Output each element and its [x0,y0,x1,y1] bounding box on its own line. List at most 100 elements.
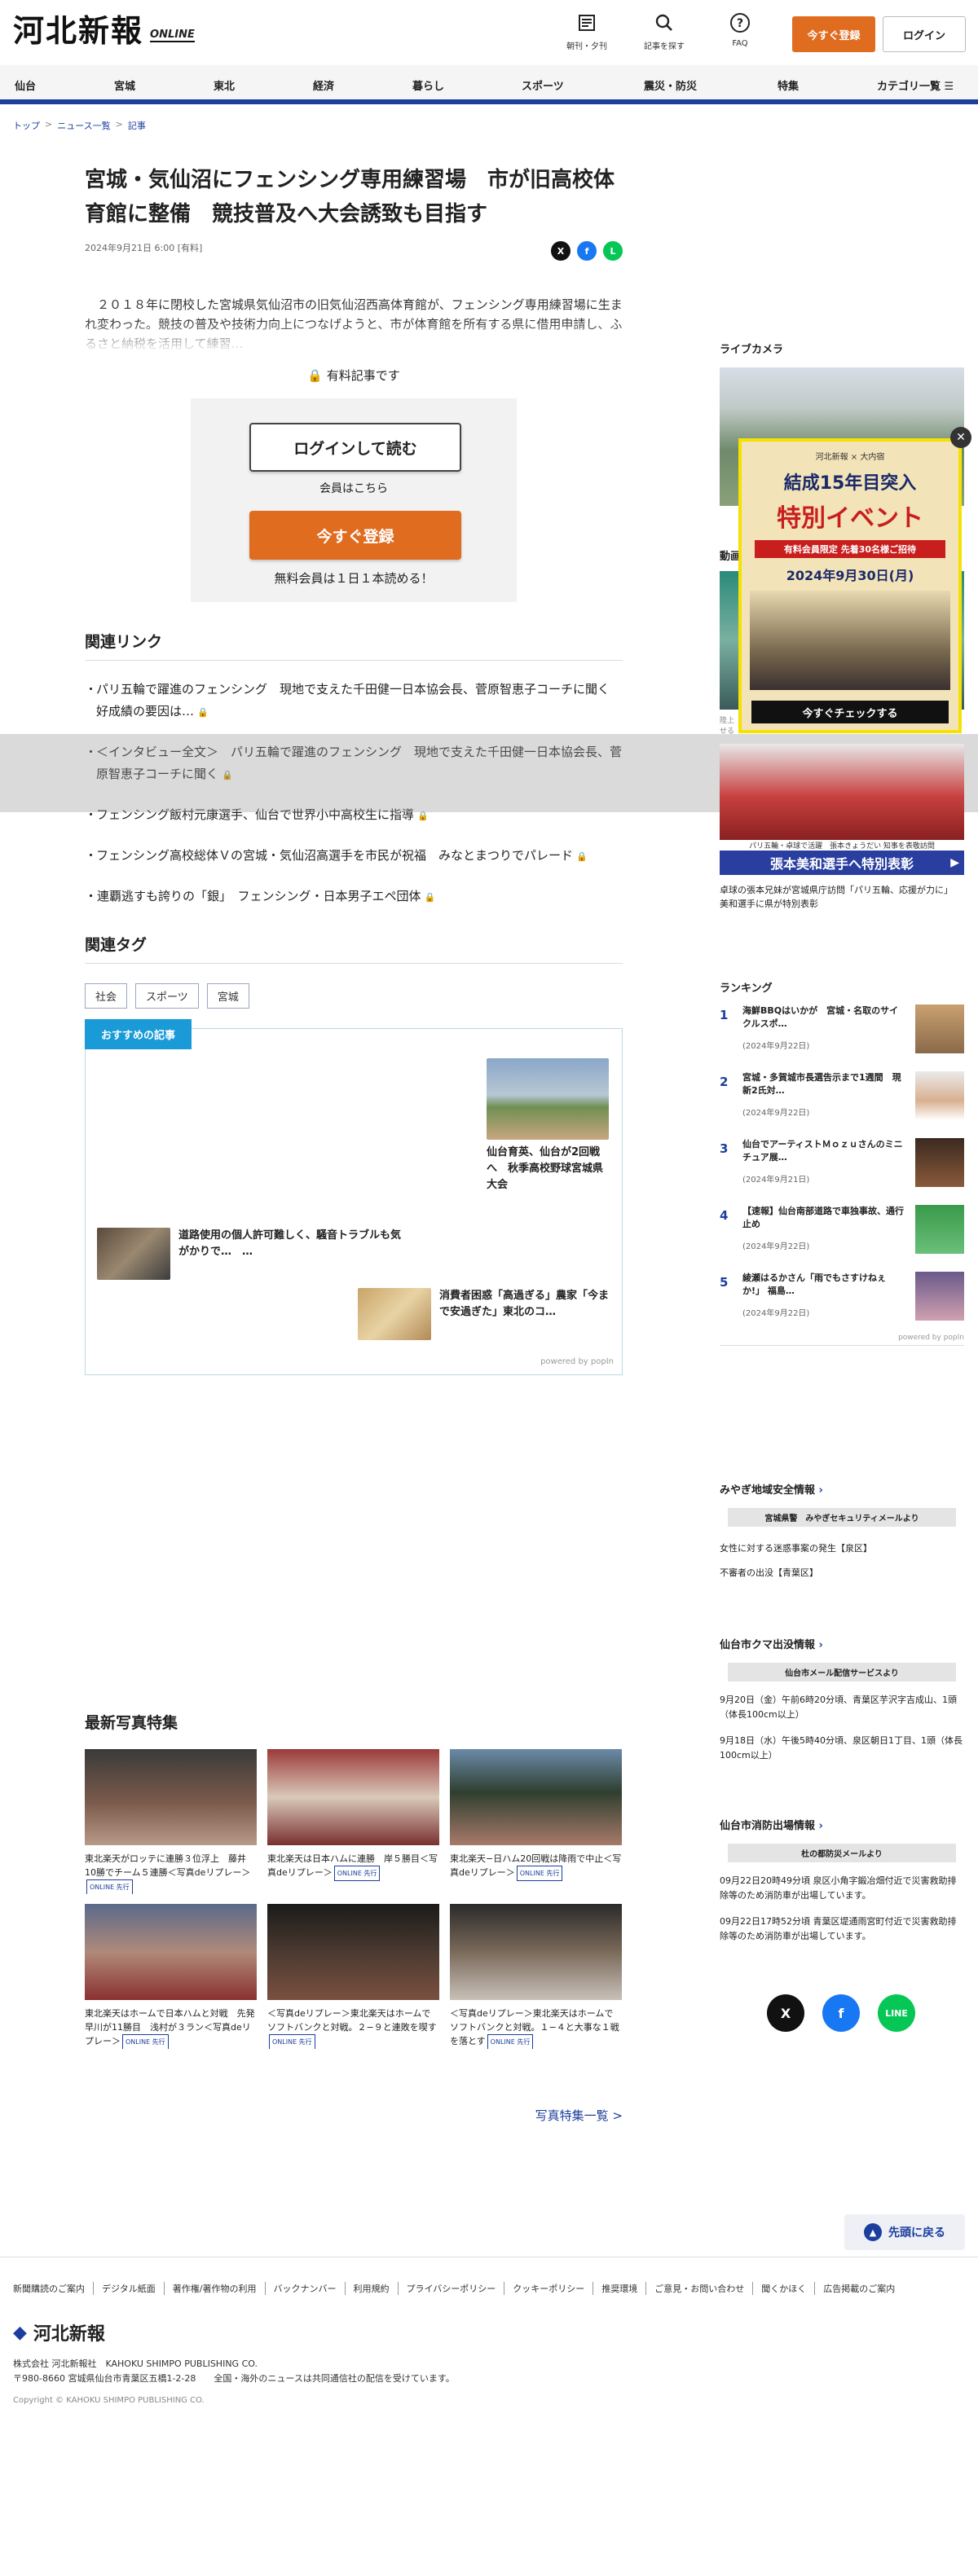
fire-heading-text: 仙台市消防出場情報 [720,1820,816,1832]
nav-item-categories[interactable]: カテゴリ一覧 ☰ [877,77,954,93]
faq-link[interactable]: ? FAQ [707,11,773,48]
safety-item[interactable]: 不審者の出没【青葉区】 [720,1566,964,1580]
tag-society[interactable]: 社会 [85,983,128,1009]
online-badge: ONLINE 先行 [269,2034,315,2049]
nav-item-sendai[interactable]: 仙台 [15,77,36,93]
footer-link[interactable]: バックナンバー [266,2282,346,2295]
ranking-item[interactable]: 2 宮城・多賀城市長選告示まで1週間 現新2氏対… (2024年9月22日) [720,1065,964,1132]
register-button[interactable]: 今すぐ登録 [792,16,875,52]
video-thumb-2[interactable] [720,744,964,840]
gallery-item[interactable]: 東北楽天−日ハム20回戦は降雨で中止＜写真deリプレー＞ ONLINE 先行 [450,1749,622,1894]
fire-heading[interactable]: 仙台市消防出場情報 › [720,1817,964,1832]
x-share-icon[interactable]: X [551,241,570,261]
footer-links: 新聞購読のご案内 デジタル紙面 著作権/著作物の利用 バックナンバー 利用規約 … [13,2282,965,2295]
nav-item-miyagi[interactable]: 宮城 [114,77,135,93]
facebook-icon[interactable]: f [822,1994,860,2032]
recommended-thumb [97,1228,170,1280]
footer-link[interactable]: 新聞購読のご案内 [13,2282,94,2295]
rank-thumb [915,1071,964,1120]
line-share-icon[interactable]: L [603,241,623,261]
bear-heading[interactable]: 仙台市クマ出没情報 › [720,1636,964,1651]
login-button[interactable]: ログイン [883,16,966,52]
ranking-item[interactable]: 4 【速報】仙台南部道路で車独事故、通行止め (2024年9月22日) [720,1198,964,1265]
rank-date: (2024年9月22日) [742,1309,810,1318]
ad-headline-1: 結成15年目突入 [783,473,917,494]
rank-thumb [915,1004,964,1053]
site-logo[interactable]: 河北新報 ONLINE [13,13,195,49]
footer-link[interactable]: 聞くかほく [753,2282,816,2295]
rank-thumb [915,1205,964,1254]
nav-item-economy[interactable]: 経済 [313,77,334,93]
online-badge: ONLINE 先行 [333,1866,381,1881]
breadcrumb-article[interactable]: 記事 [128,119,146,132]
rank-date: (2024年9月21日) [742,1176,810,1185]
footer-link[interactable]: 利用規約 [346,2282,399,2295]
nav-item-tohoku[interactable]: 東北 [214,77,235,93]
footer-link[interactable]: デジタル紙面 [94,2282,165,2295]
paywall-login-button[interactable]: ログインして読む [249,423,461,472]
nav-item-disaster[interactable]: 震災・防災 [644,77,697,93]
recommended-thumb [358,1288,431,1340]
nav-item-sports[interactable]: スポーツ [522,77,564,93]
footer-link[interactable]: 広告掲載のご案内 [815,2282,903,2295]
bear-item[interactable]: 9月18日（水）午後5時40分頃、泉区朝日1丁目、1頭（体長100cm以上） [720,1734,964,1763]
lock-icon: 🔒 [307,368,323,383]
faq-label: FAQ [732,39,748,48]
gallery-item[interactable]: 東北楽天はホームで日本ハムと対戦 先発早川が11勝目 浅村が３ラン＜写真deリプ… [85,1904,257,2049]
footer-link[interactable]: クッキーポリシー [504,2282,594,2295]
share-buttons: X f L [551,241,623,261]
fire-item[interactable]: 09月22日20時49分頃 泉区小角字鍛冶畑付近で災害救助排除等のため消防車が出… [720,1874,964,1903]
lead-fade [85,321,623,354]
gallery-grid: 東北楽天がロッテに連勝３位浮上 藤井10勝でチーム５連勝＜写真deリプレー＞ON… [85,1749,623,2049]
rank-number: 5 [720,1275,729,1290]
video-banner[interactable]: 張本美和選手へ特別表彰 ▶ [720,851,964,875]
breadcrumb-top[interactable]: トップ [13,119,40,132]
related-link[interactable]: パリ五輪で躍進のフェンシング 現地で支えた千田健一日本協会長、菅原智恵子コーチに… [85,679,623,723]
ranking-item[interactable]: 5 綾瀬はるかさん「雨でもさすけねぇか!」 福島… (2024年9月22日) [720,1265,964,1332]
tag-sports[interactable]: スポーツ [135,983,199,1009]
global-nav: 仙台 宮城 東北 経済 暮らし スポーツ 震災・防災 特集 カテゴリ一覧 ☰ [0,65,978,104]
gallery-item[interactable]: ＜写真deリプレー＞東北楽天はホームでソフトバンクと対戦。２−９と連敗を喫すON… [267,1904,439,2049]
gallery-more-link[interactable]: 写真特集一覧 > [535,2107,623,2124]
paywall-register-button[interactable]: 今すぐ登録 [249,511,461,560]
footer-link[interactable]: 推奨環境 [593,2282,647,2295]
related-link[interactable]: フェンシング高校総体Ｖの宮城・気仙沼高選手を市民が祝福 みなとまつりでパレード🔒 [85,845,623,868]
bear-item[interactable]: 9月20日（金）午前6時20分頃、青葉区芋沢字吉成山、1頭（体長100cm以上） [720,1693,964,1722]
tag-miyagi[interactable]: 宮城 [206,983,249,1009]
recommended-item[interactable]: 仙台育英、仙台が2回戦へ 秋季高校野球宮城県大会 [487,1058,609,1193]
rank-title: 綾瀬はるかさん「雨でもさすけねぇか!」 福島… [742,1273,886,1296]
gallery-item[interactable]: 東北楽天がロッテに連勝３位浮上 藤井10勝でチーム５連勝＜写真deリプレー＞ON… [85,1749,257,1894]
related-link[interactable]: ・連覇逃すも誇りの「銀」 フェンシング・日本男子エペ団体🔒 [85,886,623,908]
breadcrumb-news[interactable]: ニュース一覧 [57,119,110,132]
footer-link[interactable]: ご意見・お問い合わせ [646,2282,754,2295]
lock-icon: 🔒 [197,707,209,718]
fire-item[interactable]: 09月22日17時52分頃 青葉区堤通雨宮町付近で災害救助排除等のため消防車が出… [720,1914,964,1944]
article-meta: 2024年9月21日 6:00 [有料] X f L [85,241,623,266]
gallery-item[interactable]: 東北楽天は日本ハムに連勝 岸５勝目＜写真deリプレー＞ ONLINE 先行 [267,1749,439,1894]
x-icon[interactable]: X [767,1994,804,2032]
event-ad[interactable]: 河北新報 × 大内宿 結成15年目突入 特別イベント 有料会員限定 先着30名様… [738,438,962,733]
ad-cta-button[interactable]: 今すぐチェックする [751,701,949,723]
rank-number: 4 [720,1208,729,1223]
ranking-item[interactable]: 1 海鮮BBQはいかが 宮城・名取のサイクルスポ… (2024年9月22日) [720,998,964,1065]
ranking-item[interactable]: 3 仙台でアーティストＭｏｚｕさんのミニチュア展… (2024年9月21日) [720,1132,964,1198]
gallery-caption: 東北楽天がロッテに連勝３位浮上 藤井10勝でチーム５連勝＜写真deリプレー＞ON… [85,1852,257,1894]
footer-link[interactable]: 著作権/著作物の利用 [165,2282,266,2295]
site-header: 河北新報 ONLINE 朝刊・夕刊 記事を探す ? FAQ 今すぐ登録 ログイン [0,0,978,65]
gallery-item[interactable]: ＜写真deリプレー＞東北楽天はホームでソフトバンクと対戦。１−４と大事な１戦を落… [450,1904,622,2049]
close-icon[interactable]: ✕ [950,427,971,448]
line-icon[interactable]: LINE [878,1994,915,2032]
footer-link[interactable]: プライバシーポリシー [399,2282,505,2295]
back-to-top-button[interactable]: ▲ 先頭に戻る [844,2214,965,2250]
search-link[interactable]: 記事を探す [632,11,697,51]
nav-item-life[interactable]: 暮らし [412,77,444,93]
recommended-item[interactable]: 消費者困惑「高過ぎる」農家「今まで安過ぎた」東北のコ… [358,1288,615,1340]
logo-online: ONLINE [150,29,195,42]
edition-link[interactable]: 朝刊・夕刊 [554,11,619,51]
safety-item[interactable]: 女性に対する迷惑事案の発生【泉区】 [720,1541,964,1556]
recommended-item[interactable]: 道路使用の個人許可難しく、騒音トラブルも気がかりで… … [97,1228,407,1280]
facebook-share-icon[interactable]: f [577,241,597,261]
safety-heading[interactable]: みやぎ地域安全情報 › [720,1481,964,1497]
online-badge: ONLINE 先行 [516,1866,563,1881]
nav-item-feature[interactable]: 特集 [778,77,799,93]
